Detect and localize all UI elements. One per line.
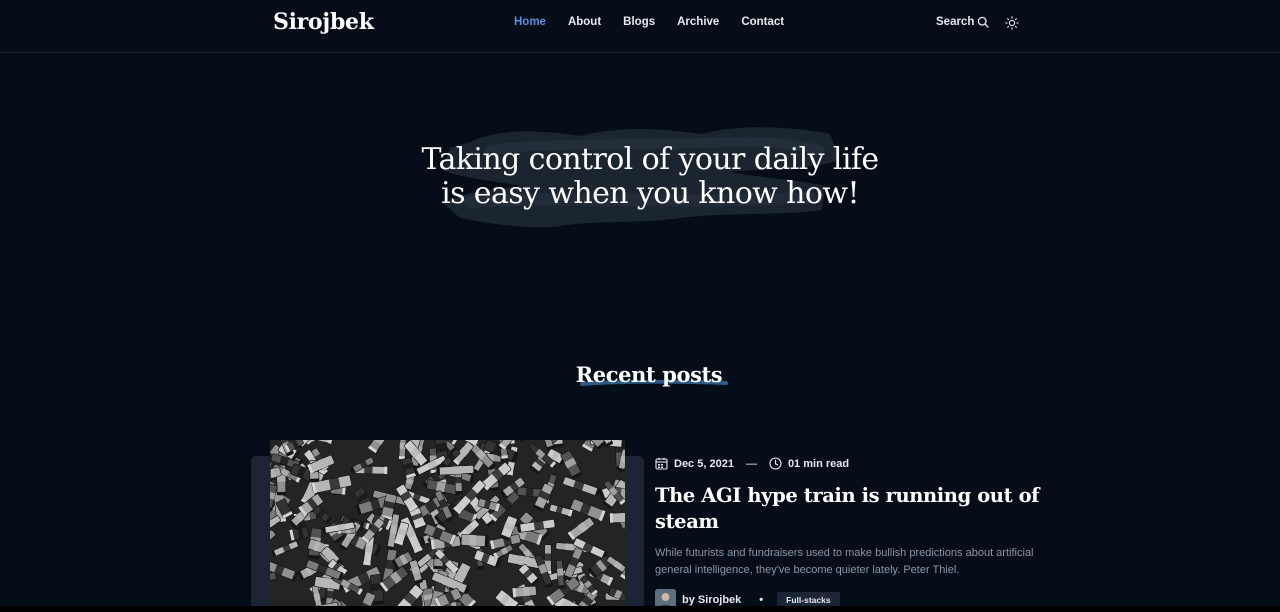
clock-icon [769,457,782,470]
post-read-time: 01 min read [787,457,850,470]
hero-section: Taking control of your daily life is eas… [0,118,1280,238]
nav-link-archive[interactable]: Archive [677,16,719,28]
author-name[interactable]: by Sirojbek [682,594,741,606]
recent-posts-title: Recent posts [575,362,723,387]
post-meta: Dec 5, 2021 — 01 min read [655,457,849,470]
top-navbar: Sirojbek Home About Blogs Archive Contac… [0,0,1280,53]
post-excerpt: While futurists and fundraisers used to … [655,547,1034,576]
meta-separator: — [745,457,757,470]
nav-link-contact[interactable]: Contact [741,16,784,28]
main-nav: Home About Blogs Archive Contact [514,16,806,28]
sun-icon[interactable] [1005,16,1019,30]
recent-posts-heading: Recent posts [0,362,1280,392]
post-title-link[interactable]: The AGI hype train is running out of ste… [655,483,1045,535]
batteries-image [270,440,625,612]
calendar-icon [655,457,668,470]
nav-link-blogs[interactable]: Blogs [623,16,655,28]
search-label: Search [936,16,975,28]
author-bullet: • [759,593,764,606]
nav-link-about[interactable]: About [568,16,601,28]
search-icon [978,16,990,28]
hero-title-line-2: is easy when you know how! [441,176,859,211]
window-bottom-edge [0,606,1280,612]
post-thumbnail[interactable] [270,440,625,612]
search-button[interactable]: Search [936,16,990,28]
hero-title-line-1: Taking control of your daily life [421,142,879,177]
nav-link-home[interactable]: Home [514,16,546,28]
site-logo[interactable]: Sirojbek [273,9,374,35]
post-date: Dec 5, 2021 [674,457,734,470]
hero-title: Taking control of your daily life is eas… [340,143,960,211]
